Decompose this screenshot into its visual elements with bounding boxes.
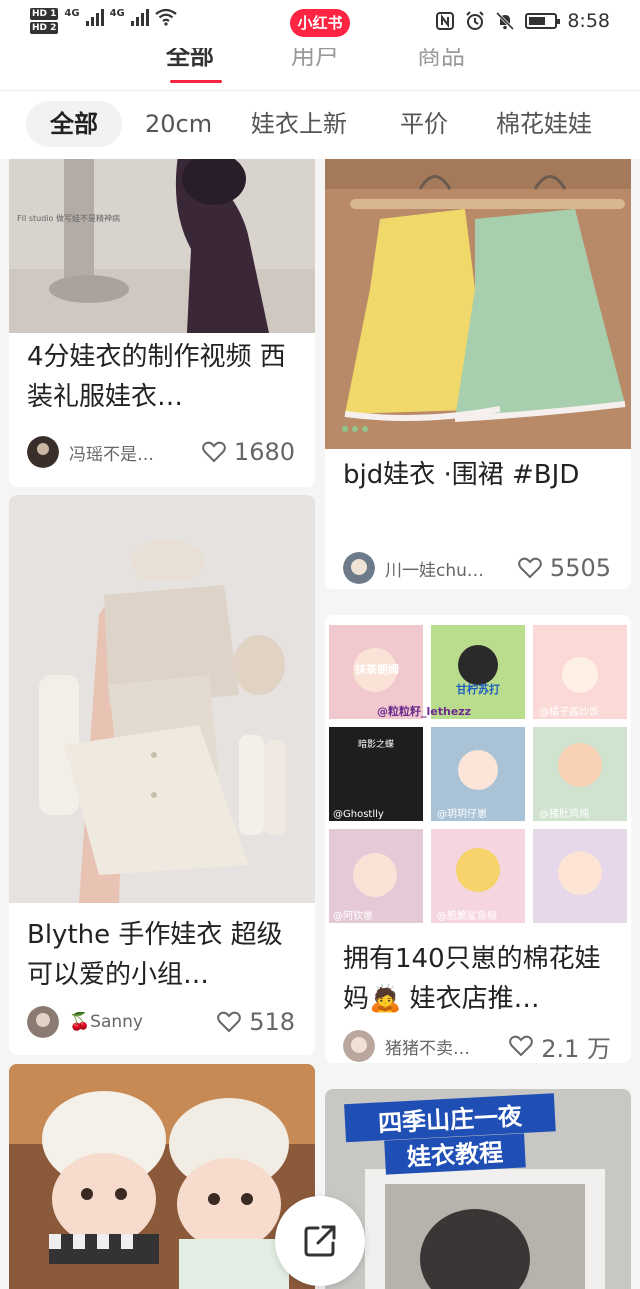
note-meta: 猪猪不卖… 2.1 万 [343,1029,611,1063]
author-name: 川一娃chu… [385,560,484,581]
mute-bell-icon [496,11,515,31]
heart-icon [217,1011,242,1033]
author-name: 🍒Sanny [69,1012,143,1032]
overlay-text: 娃衣教程 [406,1139,503,1172]
grid-label: @脆脆鲨鱼椒 [437,909,497,922]
alarm-icon [466,11,485,30]
chip-cotton-doll[interactable]: 棉花娃娃 [472,101,616,147]
note-card[interactable] [9,1064,315,1289]
note-image [9,1064,315,1289]
avatar [27,436,59,468]
grid-label: @玥玥仔崽 [437,808,487,820]
nfc-icon [436,12,455,30]
note-card[interactable]: bjd娃衣 ·围裙 #BJD 川一娃chu… 5505 [325,159,631,589]
search-type-tabs: 全部 用户 商品 [0,48,640,90]
like-count[interactable]: 2.1 万 [509,1029,611,1064]
signal-bars-1-icon [85,8,104,26]
like-count[interactable]: 518 [217,1008,295,1036]
tab-all[interactable]: 全部 [166,48,214,71]
note-title: 4分娃衣的制作视频 西装礼服娃衣… [27,342,286,412]
chip-affordable[interactable]: 平价 [376,101,472,147]
avatar [343,552,375,584]
grid-label: @橘子酱炒饭 [539,705,599,718]
chip-all[interactable]: 全部 [26,101,122,147]
note-image: 四季山庄一夜 娃衣教程 [325,1089,631,1289]
heart-icon [518,557,542,579]
filter-chips: 全部 20cm 娃衣上新 平价 棉花娃娃 [0,91,640,159]
battery-icon [525,13,561,29]
note-card[interactable]: 抹茶朗姆 甘柠苏打 暗影之蝶 @粒粒籽_lethezz @橘子酱炒饭 @Ghos… [325,615,631,1063]
app-badge: 小红书 [290,9,350,37]
chip-20cm[interactable]: 20cm [121,101,236,147]
author-name: 猪猪不卖… [385,1038,470,1059]
status-bar: HD 1 HD 2 4G 4G 小红书 8:58 [0,0,640,48]
network-type-1: 4G [64,8,80,19]
note-image [325,159,631,449]
network-type-2: 4G [109,8,125,19]
note-meta: 冯瑶不是… 1680 [27,435,295,469]
like-count[interactable]: 1680 [202,438,295,466]
signal-bars-2-icon [130,8,149,26]
note-title: Blythe 手作娃衣 超级可以爱的小组… [27,920,283,990]
note-meta: 🍒Sanny 518 [27,1005,295,1039]
note-title: bjd娃衣 ·围裙 #BJD [343,460,580,490]
share-icon [304,1225,336,1257]
results-feed: FII studio 做写娃不是精神病 4分娃衣的制作视频 西装礼服娃衣… 冯瑶… [0,159,640,1289]
grid-text: 抹茶朗姆 [355,662,399,676]
heart-icon [509,1035,534,1057]
note-card[interactable]: 四季山庄一夜 娃衣教程 [325,1089,631,1289]
grid-label: @Ghostlly [333,809,384,820]
signal-indicators: HD 1 HD 2 4G 4G [30,8,177,34]
grid-label: @猪肚鸡炖 [539,807,589,820]
note-title: 拥有140只崽的棉花娃妈🙇 娃衣店推… [343,944,601,1014]
note-image [9,495,315,903]
sim1-badge: HD 1 [30,8,59,20]
image-caption: FII studio 做写娃不是精神病 [17,213,120,223]
grid-label: @阿钦崽 [333,910,373,922]
note-card[interactable]: Blythe 手作娃衣 超级可以爱的小组… 🍒Sanny 518 [9,495,315,1055]
avatar [343,1030,375,1062]
tab-products[interactable]: 商品 [417,48,465,71]
chip-new-doll-clothes[interactable]: 娃衣上新 [227,101,371,147]
grid-label: @粒粒籽_lethezz [377,704,471,718]
author-name: 冯瑶不是… [69,444,154,465]
grid-text: 甘柠苏打 [456,682,500,696]
like-count[interactable]: 5505 [518,554,611,582]
note-card[interactable]: FII studio 做写娃不是精神病 4分娃衣的制作视频 西装礼服娃衣… 冯瑶… [9,159,315,487]
clock: 8:58 [567,10,610,32]
note-meta: 川一娃chu… 5505 [343,551,611,585]
avatar [27,1006,59,1038]
heart-icon [202,441,226,463]
tab-users[interactable]: 用户 [291,48,339,71]
system-indicators: 8:58 [435,10,610,32]
note-image: FII studio 做写娃不是精神病 [9,159,315,333]
note-image: 抹茶朗姆 甘柠苏打 暗影之蝶 @粒粒籽_lethezz @橘子酱炒饭 @Ghos… [325,615,631,927]
wifi-icon [155,8,177,26]
share-button[interactable] [275,1196,365,1286]
grid-text: 暗影之蝶 [358,738,394,750]
sim2-badge: HD 2 [30,22,59,34]
active-tab-indicator [170,80,222,83]
